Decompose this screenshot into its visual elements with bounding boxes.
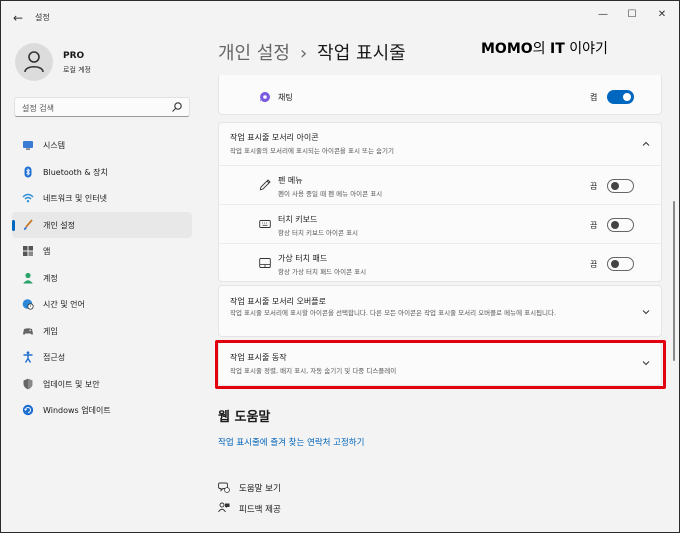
profile-account-type: 로컬 계정 xyxy=(63,66,91,74)
globe-clock-icon xyxy=(22,299,34,310)
breadcrumb: 개인 설정 › 작업 표시줄 xyxy=(218,39,406,65)
chevron-up-icon[interactable] xyxy=(641,139,651,149)
wifi-icon xyxy=(22,193,34,203)
corner-overflow-card[interactable]: 작업 표시줄 모서리 오버플로 작업 표시줄 모서리에 표시할 아이콘을 선택합… xyxy=(218,285,662,337)
avatar xyxy=(15,43,53,81)
window-title: 설정 xyxy=(35,13,50,22)
sidebar-item-bluetooth[interactable]: Bluetooth & 장치 xyxy=(12,159,192,186)
sidebar-nav: 시스템 Bluetooth & 장치 네트워크 및 인터넷 개인 설정 앱 계정… xyxy=(12,132,192,424)
corner-icons-title: 작업 표시줄 모서리 아이콘 xyxy=(230,133,319,142)
give-feedback-label: 피드백 제공 xyxy=(239,505,281,515)
watermark-bold: MOMO xyxy=(481,41,533,57)
chat-toggle[interactable] xyxy=(607,90,634,104)
pen-icon xyxy=(259,179,271,191)
web-help-link[interactable]: 작업 표시줄에 즐겨 찾는 연락처 고정하기 xyxy=(218,436,364,448)
sidebar-item-personalization[interactable]: 개인 설정 xyxy=(12,211,192,238)
corner-icons-subtitle: 작업 표시줄의 모서리에 표시되는 아이콘을 표시 또는 숨기기 xyxy=(230,147,394,155)
monitor-icon xyxy=(23,141,33,150)
chat-setting-row: 채팅 켬 xyxy=(218,75,662,115)
touch-keyboard-label: 터치 키보드 xyxy=(278,215,318,224)
scrollbar[interactable] xyxy=(673,201,675,361)
pen-menu-subtitle: 펜이 사용 중일 때 펜 메뉴 아이콘 표시 xyxy=(278,190,383,198)
virtual-touchpad-state-text: 끔 xyxy=(590,260,598,269)
sidebar-item-network[interactable]: 네트워크 및 인터넷 xyxy=(12,185,192,212)
touch-keyboard-toggle[interactable] xyxy=(607,218,634,232)
person-icon xyxy=(23,272,33,283)
sidebar-item-system[interactable]: 시스템 xyxy=(12,132,192,159)
pen-menu-row: 펜 메뉴 펜이 사용 중일 때 펜 메뉴 아이콘 표시 끔 xyxy=(219,165,661,204)
accessibility-icon xyxy=(23,351,33,363)
back-arrow-icon[interactable]: ← xyxy=(9,10,27,26)
touch-keyboard-state-text: 끔 xyxy=(590,221,598,230)
sidebar-item-apps[interactable]: 앱 xyxy=(12,238,192,265)
virtual-touchpad-toggle[interactable] xyxy=(607,257,634,271)
apps-icon xyxy=(23,246,33,256)
chat-label: 채팅 xyxy=(278,93,293,102)
toggle-knob xyxy=(611,260,619,268)
chevron-down-icon[interactable] xyxy=(641,307,651,317)
watermark: MOMO의 IT 이야기 xyxy=(481,38,608,58)
corner-icons-card: 작업 표시줄 모서리 아이콘 작업 표시줄의 모서리에 표시되는 아이콘을 표시… xyxy=(218,122,662,282)
virtual-touchpad-row: 가상 터치 패드 항상 가상 터치 패드 아이콘 표시 끔 xyxy=(219,243,661,282)
touch-keyboard-row: 터치 키보드 항상 터치 키보드 아이콘 표시 끔 xyxy=(219,204,661,243)
bluetooth-icon xyxy=(24,166,32,177)
touchpad-icon xyxy=(259,258,271,268)
corner-overflow-subtitle: 작업 표시줄 모서리에 표시할 아이콘을 선택합니다. 다른 모든 아이콘은 작… xyxy=(230,309,557,317)
shield-icon xyxy=(23,378,33,389)
watermark-bold-it: IT xyxy=(550,41,565,57)
page-title: 작업 표시줄 xyxy=(317,43,406,64)
watermark-prefix: 의 xyxy=(532,41,551,57)
pen-menu-state-text: 끔 xyxy=(590,182,598,191)
maximize-icon[interactable]: ☐ xyxy=(622,7,642,23)
touch-keyboard-subtitle: 항상 터치 키보드 아이콘 표시 xyxy=(278,229,359,237)
highlight-box xyxy=(215,340,666,389)
toggle-knob xyxy=(611,221,619,229)
breadcrumb-parent[interactable]: 개인 설정 xyxy=(218,43,290,64)
pen-menu-toggle[interactable] xyxy=(607,179,634,193)
close-icon[interactable]: ✕ xyxy=(652,7,672,23)
sidebar-item-gaming[interactable]: 게임 xyxy=(12,318,192,345)
toggle-knob xyxy=(611,182,619,190)
sidebar-item-accounts[interactable]: 계정 xyxy=(12,265,192,292)
sidebar-item-windows-update[interactable]: Windows 업데이트 xyxy=(12,397,192,424)
user-profile[interactable]: PRO 로컬 계정 xyxy=(15,43,215,83)
breadcrumb-separator: › xyxy=(299,43,308,64)
toggle-knob xyxy=(623,93,631,101)
search-placeholder: 설정 검색 xyxy=(22,104,54,113)
chat-state-text: 켬 xyxy=(590,93,598,102)
person-avatar-icon xyxy=(24,51,44,73)
pen-menu-label: 펜 메뉴 xyxy=(278,176,303,185)
search-icon[interactable] xyxy=(171,101,183,113)
help-icon xyxy=(218,482,230,493)
corner-icons-header[interactable]: 작업 표시줄 모서리 아이콘 작업 표시줄의 모서리에 표시되는 아이콘을 표시… xyxy=(219,123,661,165)
web-help-title: 웹 도움말 xyxy=(218,410,271,425)
virtual-touchpad-subtitle: 항상 가상 터치 패드 아이콘 표시 xyxy=(278,268,367,276)
get-help-label: 도움말 보기 xyxy=(239,484,281,494)
update-icon xyxy=(22,404,34,416)
minimize-icon[interactable]: — xyxy=(593,7,613,23)
search-input[interactable]: 설정 검색 xyxy=(14,97,190,117)
sidebar-item-time-language[interactable]: 시간 및 언어 xyxy=(12,291,192,318)
gamepad-icon xyxy=(23,327,33,335)
virtual-touchpad-label: 가상 터치 패드 xyxy=(278,254,328,263)
keyboard-icon xyxy=(259,220,271,228)
corner-overflow-title: 작업 표시줄 모서리 오버플로 xyxy=(230,297,326,306)
brush-icon xyxy=(23,218,33,230)
sidebar-item-update-security[interactable]: 업데이트 및 보안 xyxy=(12,371,192,398)
watermark-rest: 이야기 xyxy=(564,41,608,57)
profile-name: PRO xyxy=(63,51,85,61)
title-bar: ← 설정 — ☐ ✕ xyxy=(1,1,679,35)
feedback-icon xyxy=(218,502,230,513)
settings-window: ← 설정 — ☐ ✕ PRO 로컬 계정 설정 검색 시스템 Bluetooth… xyxy=(0,0,680,533)
chat-icon xyxy=(260,92,270,102)
sidebar-item-accessibility[interactable]: 접근성 xyxy=(12,344,192,371)
